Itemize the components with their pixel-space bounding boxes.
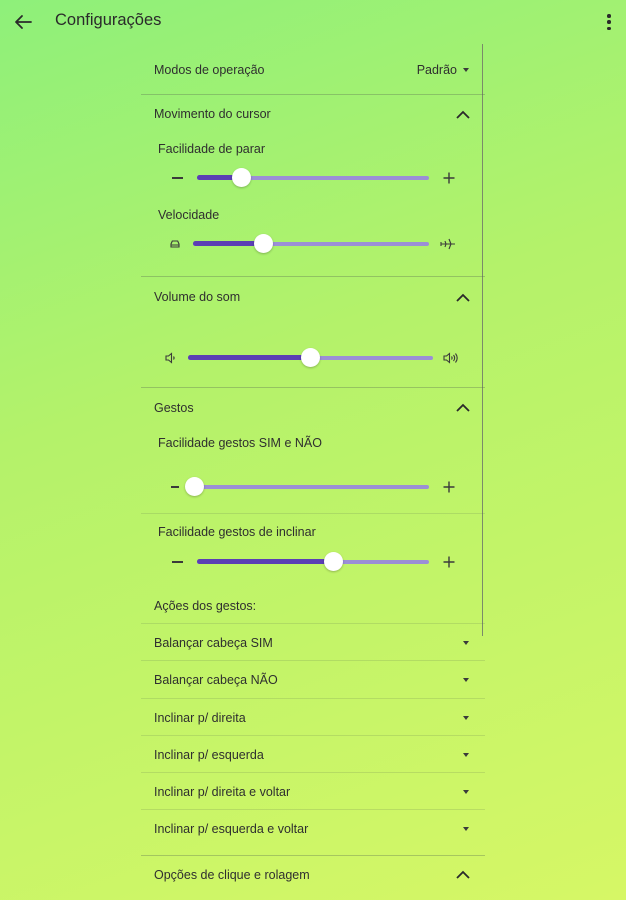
plus-icon bbox=[443, 481, 455, 493]
yes-no-ease-slider[interactable] bbox=[184, 477, 429, 497]
chevron-up-icon bbox=[456, 110, 470, 119]
divider bbox=[141, 276, 485, 277]
gesture-action-row[interactable]: Inclinar p/ direita e voltar bbox=[141, 773, 485, 810]
gesture-action-row[interactable]: Inclinar p/ esquerda bbox=[141, 736, 485, 773]
increase-yes-no-button[interactable] bbox=[441, 479, 457, 495]
gesture-action-row[interactable]: Balançar cabeça NÃO bbox=[141, 661, 485, 698]
divider bbox=[141, 855, 485, 856]
speed-slider[interactable] bbox=[193, 234, 429, 254]
collapse-sound-button[interactable] bbox=[455, 292, 471, 304]
caret-down-icon bbox=[463, 68, 469, 72]
settings-panel: Modos de operação Padrão Movimento do cu… bbox=[141, 44, 485, 900]
caret-down-icon bbox=[463, 716, 469, 720]
gesture-action-row[interactable]: Inclinar p/ esquerda e voltar bbox=[141, 810, 485, 847]
page-title: Configurações bbox=[55, 11, 162, 29]
modes-dropdown[interactable]: Padrão bbox=[417, 63, 469, 77]
slider-thumb[interactable] bbox=[324, 552, 344, 571]
plus-icon bbox=[443, 172, 455, 184]
sound-section-title: Volume do som bbox=[154, 290, 241, 304]
speed-label: Velocidade bbox=[158, 208, 220, 222]
airplane-icon bbox=[440, 236, 456, 252]
modes-label: Modos de operação bbox=[154, 63, 265, 77]
divider bbox=[141, 94, 485, 95]
cursor-section-title: Movimento do cursor bbox=[154, 107, 271, 121]
gesture-action-label: Balançar cabeça NÃO bbox=[154, 673, 278, 687]
chevron-up-icon bbox=[456, 293, 470, 302]
gesture-action-label: Balançar cabeça SIM bbox=[154, 636, 273, 650]
slider-thumb[interactable] bbox=[301, 348, 320, 367]
divider bbox=[141, 513, 485, 514]
gesture-action-label: Inclinar p/ esquerda e voltar bbox=[154, 822, 309, 836]
slider-thumb[interactable] bbox=[254, 234, 274, 253]
back-button[interactable] bbox=[10, 10, 36, 34]
stop-ease-label: Facilidade de parar bbox=[158, 142, 266, 156]
chevron-up-icon bbox=[456, 870, 470, 879]
more-vert-icon bbox=[607, 14, 611, 18]
modes-value: Padrão bbox=[416, 63, 457, 77]
yes-no-ease-label: Facilidade gestos SIM e NÃO bbox=[158, 436, 322, 450]
decrease-yes-no-button[interactable] bbox=[167, 479, 183, 495]
car-icon bbox=[167, 236, 183, 252]
gesture-action-row[interactable]: Balançar cabeça SIM bbox=[141, 624, 485, 661]
minus-icon bbox=[171, 561, 183, 563]
gesture-action-label: Inclinar p/ esquerda bbox=[154, 748, 264, 762]
divider bbox=[141, 387, 485, 388]
collapse-gestures-button[interactable] bbox=[455, 402, 471, 414]
slider-thumb[interactable] bbox=[184, 477, 204, 496]
volume-slider[interactable] bbox=[188, 348, 433, 368]
decrease-tilt-button[interactable] bbox=[169, 554, 185, 570]
top-app-bar: Configurações bbox=[0, 0, 626, 44]
caret-down-icon bbox=[463, 678, 469, 682]
collapse-click-scroll-button[interactable] bbox=[455, 869, 471, 881]
decrease-stop-ease-button[interactable] bbox=[169, 170, 185, 186]
caret-down-icon bbox=[463, 790, 469, 794]
volume-high-icon bbox=[443, 350, 459, 366]
increase-stop-ease-button[interactable] bbox=[441, 170, 457, 186]
more-options-button[interactable] bbox=[604, 11, 614, 33]
tilt-ease-slider[interactable] bbox=[197, 552, 429, 572]
caret-down-icon bbox=[463, 827, 469, 831]
gesture-action-row[interactable]: Inclinar p/ direita bbox=[141, 699, 485, 736]
click-scroll-section-title: Opções de clique e rolagem bbox=[154, 868, 310, 882]
caret-down-icon bbox=[463, 753, 469, 757]
collapse-cursor-button[interactable] bbox=[455, 109, 471, 121]
slider-thumb[interactable] bbox=[231, 168, 251, 187]
stop-ease-slider[interactable] bbox=[197, 168, 429, 188]
tilt-ease-label: Facilidade gestos de inclinar bbox=[158, 525, 316, 539]
gesture-action-label: Inclinar p/ direita e voltar bbox=[154, 785, 291, 799]
plus-icon bbox=[443, 556, 455, 568]
minus-icon bbox=[171, 177, 183, 179]
arrow-left-icon bbox=[15, 15, 32, 29]
gesture-actions-label: Ações dos gestos: bbox=[154, 599, 257, 613]
gesture-action-label: Inclinar p/ direita bbox=[154, 711, 246, 725]
caret-down-icon bbox=[463, 641, 469, 645]
increase-tilt-button[interactable] bbox=[441, 554, 457, 570]
volume-low-icon bbox=[163, 350, 179, 366]
minus-icon bbox=[171, 486, 179, 488]
gestures-section-title: Gestos bbox=[154, 401, 194, 415]
chevron-up-icon bbox=[456, 403, 470, 412]
